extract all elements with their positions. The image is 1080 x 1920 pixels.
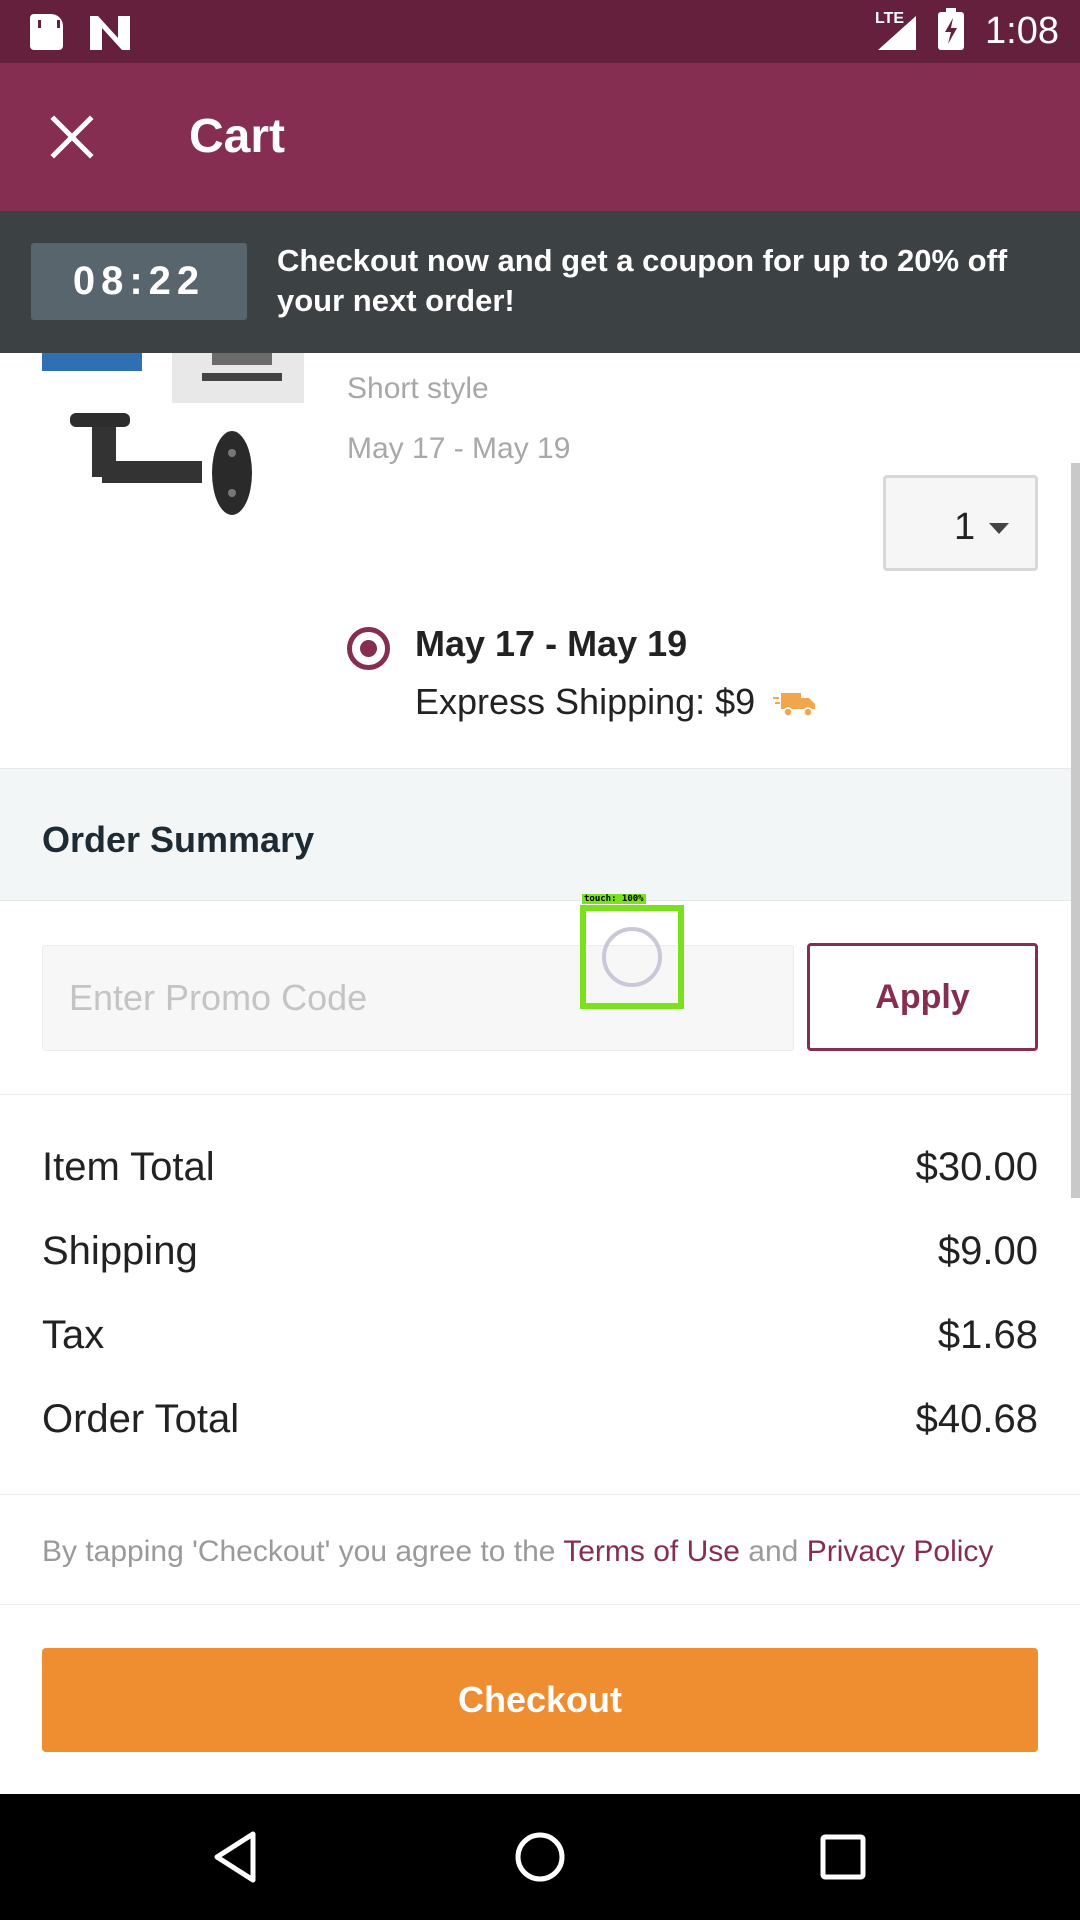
privacy-policy-link[interactable]: Privacy Policy: [807, 1535, 994, 1568]
shipping-option-radio[interactable]: [347, 627, 390, 670]
quantity-value: 1: [954, 506, 976, 548]
terms-of-use-link[interactable]: Terms of Use: [563, 1535, 740, 1568]
cart-item: Short style May 17 - May 19 1 May 17 - M…: [0, 353, 1080, 768]
row-label: Shipping: [42, 1229, 198, 1273]
touch-circle: [602, 927, 662, 987]
promo-code-row: Apply: [0, 901, 1080, 1095]
app-bar: Cart: [0, 63, 1080, 211]
n-logo-icon: [90, 16, 130, 50]
order-totals: Item Total $30.00 Shipping $9.00 Tax $1.…: [0, 1095, 1080, 1495]
countdown-timer: 08:22: [31, 243, 247, 320]
truck-icon: [773, 693, 816, 718]
terms-notice: By tapping 'Checkout' you agree to the T…: [42, 1528, 1002, 1604]
shipping-option-label: Express Shipping: $9: [415, 681, 817, 723]
page-title: Cart: [189, 110, 286, 163]
terms-middle: and: [739, 1535, 807, 1568]
row-value: $30.00: [915, 1145, 1038, 1189]
row-label: Tax: [42, 1313, 105, 1357]
product-variant: Short style: [347, 372, 489, 405]
order-summary-header: Order Summary: [0, 768, 1080, 901]
apply-button[interactable]: Apply: [807, 943, 1038, 1051]
touch-label: touch: 100%: [582, 894, 646, 904]
home-icon[interactable]: [507, 1824, 573, 1890]
checkout-footer: Checkout: [0, 1604, 1080, 1794]
clock: 1:08: [985, 10, 1059, 52]
order-total-row: Order Total $40.68: [42, 1397, 1038, 1457]
quantity-dropdown[interactable]: 1: [883, 475, 1038, 571]
row-value: $1.68: [937, 1313, 1038, 1357]
chevron-down-icon: [989, 523, 1009, 534]
battery-charging-icon: [938, 8, 964, 50]
shipping-date: May 17 - May 19: [415, 623, 688, 664]
row-value: $9.00: [937, 1229, 1038, 1273]
row-label: Order Total: [42, 1397, 240, 1441]
status-bar: LTE 1:08: [0, 0, 1080, 63]
delivery-range: May 17 - May 19: [347, 432, 571, 465]
back-icon[interactable]: [203, 1824, 269, 1890]
checkout-coupon-banner: 08:22 Checkout now and get a coupon for …: [0, 211, 1080, 353]
close-icon[interactable]: [48, 113, 96, 161]
recent-apps-icon[interactable]: [810, 1824, 876, 1890]
shipping-row: Shipping $9.00: [42, 1229, 1038, 1289]
signal-icon: [878, 16, 916, 50]
terms-prefix: By tapping 'Checkout' you agree to the: [42, 1535, 564, 1568]
order-summary-title: Order Summary: [42, 819, 315, 860]
row-label: Item Total: [42, 1145, 215, 1189]
shipping-price-text: Express Shipping: $9: [415, 681, 756, 722]
navigation-bar: [0, 1794, 1080, 1920]
scrollbar[interactable]: [1071, 463, 1080, 1198]
row-value: $40.68: [915, 1397, 1038, 1441]
sd-card-icon: [30, 14, 63, 50]
item-total-row: Item Total $30.00: [42, 1145, 1038, 1205]
banner-message: Checkout now and get a coupon for up to …: [277, 243, 1008, 318]
product-image[interactable]: [42, 353, 304, 533]
touch-indicator: [580, 905, 684, 1009]
checkout-button[interactable]: Checkout: [42, 1648, 1038, 1752]
tax-row: Tax $1.68: [42, 1313, 1038, 1373]
